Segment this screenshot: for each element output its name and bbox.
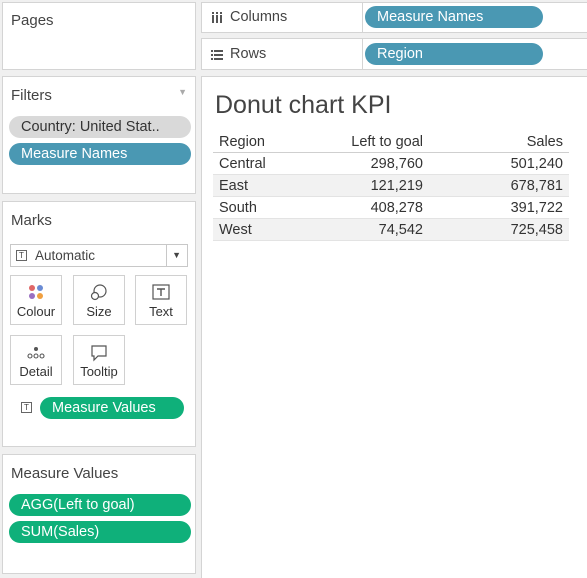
cell-left-to-goal[interactable]: 298,760 <box>293 152 429 175</box>
text-mark-icon: T <box>16 250 27 261</box>
tooltip-card[interactable]: Tooltip <box>73 335 125 385</box>
text-icon <box>136 283 186 303</box>
row-region[interactable]: West <box>213 218 293 241</box>
shelf-divider <box>362 3 363 33</box>
size-label: Size <box>86 304 112 319</box>
size-icon <box>74 283 124 303</box>
pages-panel[interactable]: Pages <box>2 2 196 70</box>
detail-card[interactable]: Detail <box>10 335 62 385</box>
columns-icon <box>211 10 223 28</box>
measure-values-panel[interactable]: Measure Values AGG(Left to goal) SUM(Sal… <box>2 454 196 574</box>
view-title: Donut chart KPI <box>215 91 392 119</box>
rows-pill-region[interactable]: Region <box>365 43 543 65</box>
measure-pill-sales[interactable]: SUM(Sales) <box>9 521 191 543</box>
column-header-region[interactable]: Region <box>213 131 293 153</box>
column-header-sales[interactable]: Sales <box>429 131 569 153</box>
marks-title: Marks <box>11 212 52 229</box>
cell-sales[interactable]: 501,240 <box>429 152 569 175</box>
cell-left-to-goal[interactable]: 121,219 <box>293 174 429 197</box>
measure-pill-left-to-goal[interactable]: AGG(Left to goal) <box>9 494 191 516</box>
filter-pill-measure-names[interactable]: Measure Names <box>9 143 191 165</box>
size-card[interactable]: Size <box>73 275 125 325</box>
rows-icon <box>211 48 223 66</box>
marks-panel[interactable]: Marks T Automatic ▼ Colour Size Text Det… <box>2 201 196 447</box>
table-row: Central 298,760 501,240 <box>213 152 569 175</box>
pages-title: Pages <box>11 12 54 29</box>
detail-label: Detail <box>19 364 53 379</box>
measure-values-title: Measure Values <box>11 465 119 482</box>
shelf-divider <box>362 39 363 70</box>
mark-type-value: Automatic <box>35 248 96 263</box>
filters-panel[interactable]: Filters ▼ Country: United Stat.. Measure… <box>2 76 196 194</box>
text-encoding-icon: T <box>21 402 32 413</box>
tooltip-label: Tooltip <box>80 364 118 379</box>
row-region[interactable]: South <box>213 196 293 219</box>
rows-label: Rows <box>230 46 267 62</box>
table-row: West 74,542 725,458 <box>213 218 569 241</box>
chevron-down-icon: ▼ <box>172 250 181 260</box>
columns-pill-measure-names[interactable]: Measure Names <box>365 6 543 28</box>
table-header-row: Region Left to goal Sales <box>213 131 569 153</box>
text-card[interactable]: Text <box>135 275 187 325</box>
cell-left-to-goal[interactable]: 408,278 <box>293 196 429 219</box>
tooltip-icon <box>74 343 124 363</box>
columns-label: Columns <box>230 9 288 25</box>
filters-title: Filters <box>11 87 52 104</box>
dropdown-divider <box>166 245 167 266</box>
columns-shelf[interactable]: Columns Measure Names <box>201 2 587 33</box>
text-label: Text <box>149 304 173 319</box>
kpi-table: Region Left to goal Sales Central 298,76… <box>213 131 569 241</box>
table-row: East 121,219 678,781 <box>213 174 569 197</box>
marks-pill-measure-values[interactable]: Measure Values <box>40 397 184 419</box>
filters-menu-icon[interactable]: ▼ <box>178 87 187 97</box>
cell-sales[interactable]: 725,458 <box>429 218 569 241</box>
cell-left-to-goal[interactable]: 74,542 <box>293 218 429 241</box>
colour-label: Colour <box>16 304 56 319</box>
colour-icon <box>11 283 61 303</box>
mark-type-dropdown[interactable]: T Automatic ▼ <box>10 244 188 267</box>
cell-sales[interactable]: 678,781 <box>429 174 569 197</box>
row-region[interactable]: East <box>213 174 293 197</box>
table-row: South 408,278 391,722 <box>213 196 569 219</box>
detail-icon <box>11 343 61 363</box>
column-header-left-to-goal[interactable]: Left to goal <box>293 131 429 153</box>
colour-card[interactable]: Colour <box>10 275 62 325</box>
row-region[interactable]: Central <box>213 152 293 175</box>
cell-sales[interactable]: 391,722 <box>429 196 569 219</box>
rows-shelf[interactable]: Rows Region <box>201 38 587 70</box>
filter-pill-country[interactable]: Country: United Stat.. <box>9 116 191 138</box>
